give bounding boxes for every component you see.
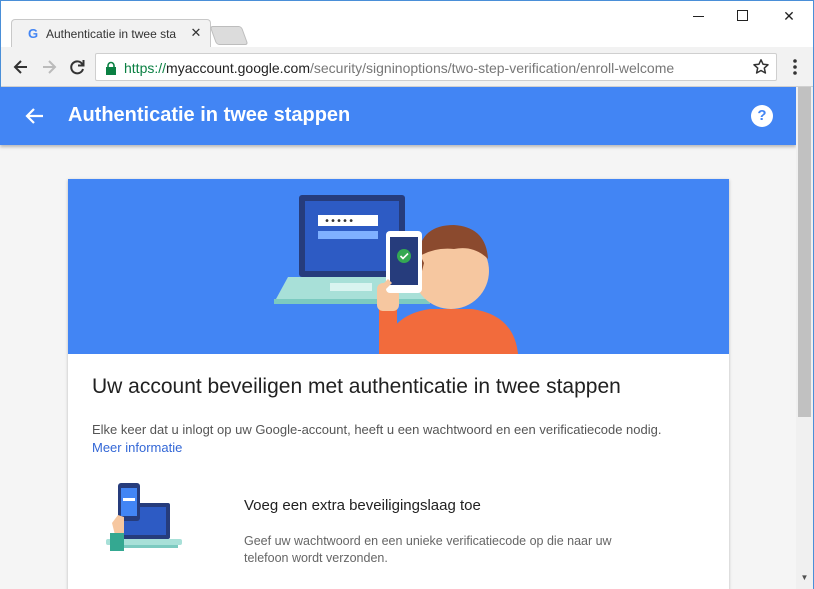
scroll-down-arrow-icon[interactable]: ▼ <box>796 571 813 585</box>
help-icon[interactable]: ? <box>751 105 773 127</box>
lock-icon <box>106 61 116 75</box>
close-window-button[interactable]: ✕ <box>767 5 811 27</box>
enroll-card: ••••• Uw account beveiligen met authenti… <box>68 179 729 589</box>
address-bar[interactable]: https://myaccount.google.com/security/si… <box>95 53 777 81</box>
page-title: Authenticatie in twee stappen <box>68 104 351 126</box>
back-arrow-icon[interactable] <box>11 57 31 77</box>
feature-text: Geef uw wachtwoord en een unieke verific… <box>244 534 612 565</box>
app-bar: Authenticatie in twee stappen ? <box>0 87 796 145</box>
url-scheme: https:// <box>124 60 167 76</box>
laptop-phone-person-illustration: ••••• <box>274 195 518 354</box>
back-arrow-icon[interactable] <box>24 105 46 127</box>
svg-text:•••••: ••••• <box>324 216 354 227</box>
tab-title: Authenticatie in twee sta <box>46 27 177 41</box>
url-path: /security/signinoptions/two-step-verific… <box>310 60 675 76</box>
hero-illustration: ••••• <box>68 179 729 354</box>
bookmark-star-icon[interactable] <box>752 58 770 76</box>
maximize-icon <box>737 10 748 21</box>
url-host: myaccount.google.com <box>166 60 310 76</box>
reload-icon[interactable] <box>67 57 87 77</box>
minimize-button[interactable] <box>677 5 721 27</box>
card-heading: Uw account beveiligen met authenticatie … <box>92 375 621 398</box>
browser-tab[interactable]: G Authenticatie in twee sta ✕ <box>11 19 211 48</box>
maximize-button[interactable] <box>721 5 765 27</box>
title-bar: G Authenticatie in twee sta ✕ ✕ <box>1 1 813 48</box>
url-text: https://myaccount.google.com/security/si… <box>124 60 674 76</box>
browser-toolbar: https://myaccount.google.com/security/si… <box>1 47 813 87</box>
forward-arrow-icon[interactable] <box>39 57 59 77</box>
feature-title: Voeg een extra beveiligingslaag toe <box>244 497 481 514</box>
page-content: Authenticatie in twee stappen ? ••••• Uw… <box>0 87 796 589</box>
tab-close-icon[interactable]: ✕ <box>188 25 204 41</box>
phone-laptop-icon <box>106 483 182 551</box>
new-tab-button[interactable] <box>209 26 249 45</box>
minimize-icon <box>693 16 704 17</box>
page-scrollbar[interactable]: ▲ ▼ <box>796 87 813 589</box>
scroll-thumb[interactable] <box>798 87 811 417</box>
more-vert-icon[interactable] <box>787 57 803 77</box>
google-favicon-icon: G <box>27 26 39 41</box>
card-description: Elke keer dat u inlogt op uw Google-acco… <box>92 422 662 437</box>
more-info-link[interactable]: Meer informatie <box>92 440 182 455</box>
